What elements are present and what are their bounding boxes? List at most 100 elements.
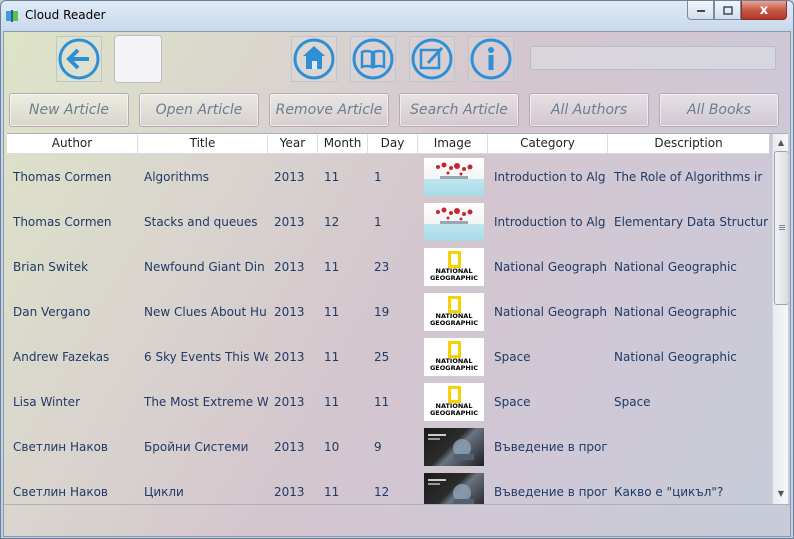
cell-month: 11 bbox=[324, 394, 340, 409]
column-header-title[interactable]: Title bbox=[138, 134, 268, 154]
row-thumbnail-cell bbox=[418, 202, 488, 241]
window-title: Cloud Reader bbox=[25, 8, 106, 22]
cell-month: 10 bbox=[324, 439, 340, 454]
new-article-button[interactable]: New Article bbox=[9, 93, 129, 127]
cell-day: 1 bbox=[374, 214, 382, 229]
table-row[interactable]: Светлин Наков Цикли 2013 11 12 Въведение в пр… bbox=[7, 469, 769, 504]
all-books-button[interactable]: All Books bbox=[659, 93, 779, 127]
close-icon: x bbox=[759, 2, 769, 18]
cell-author: Brian Switek bbox=[13, 259, 89, 274]
column-header-description[interactable]: Description bbox=[608, 134, 769, 154]
ng-logo-text: GEOGRAPHIC bbox=[429, 409, 479, 417]
cell-category: Introduction to Alg bbox=[494, 214, 606, 229]
cell-author: Светлин Наков bbox=[13, 439, 108, 454]
cell-category: Въведение в прогр bbox=[494, 484, 608, 499]
cell-author: Dan Vergano bbox=[13, 304, 91, 319]
search-input[interactable] bbox=[530, 46, 776, 70]
cell-description: Space bbox=[614, 394, 651, 409]
cell-day: 19 bbox=[374, 304, 390, 319]
table-row[interactable]: Dan Vergano New Clues About Hu 2013 11 19 NAT… bbox=[7, 289, 769, 334]
table-row[interactable]: Lisa Winter The Most Extreme W 2013 11 11 NAT… bbox=[7, 379, 769, 424]
table-row[interactable]: Thomas Cormen Stacks and queues 2013 12 1 Int… bbox=[7, 199, 769, 244]
cell-category: Въведение в прогр bbox=[494, 439, 608, 454]
close-button[interactable]: x bbox=[741, 1, 787, 20]
all-authors-button[interactable]: All Authors bbox=[529, 93, 649, 127]
national-geographic-logo: NATIONAL GEOGRAPHIC bbox=[424, 337, 484, 376]
row-thumbnail-cell bbox=[418, 472, 488, 504]
row-thumbnail-cell: NATIONAL GEOGRAPHIC bbox=[418, 247, 488, 286]
cell-month: 11 bbox=[324, 169, 340, 184]
minimize-button[interactable] bbox=[687, 1, 714, 20]
table-row[interactable]: Светлин Наков Бройни Системи 2013 10 9 Въведе… bbox=[7, 424, 769, 469]
back-button[interactable] bbox=[56, 36, 102, 82]
cell-description: National Geographic bbox=[614, 304, 737, 319]
app-book-icon bbox=[6, 10, 18, 22]
column-header-month[interactable]: Month bbox=[318, 134, 368, 154]
column-header-image[interactable]: Image bbox=[418, 134, 488, 154]
table-header: Author Title Year Month Day Image Catego… bbox=[7, 134, 769, 154]
column-header-year[interactable]: Year bbox=[268, 134, 318, 154]
cell-author: Thomas Cormen bbox=[13, 169, 112, 184]
cell-category: National Geograph bbox=[494, 259, 607, 274]
edit-button[interactable] bbox=[409, 36, 455, 82]
cell-day: 9 bbox=[374, 439, 382, 454]
ng-yellow-border-icon bbox=[447, 251, 461, 268]
table-row[interactable]: Thomas Cormen Algorithms 2013 11 1 Introducti… bbox=[7, 154, 769, 199]
open-article-button[interactable]: Open Article bbox=[139, 93, 259, 127]
cell-description: National Geographic bbox=[614, 259, 737, 274]
scrollbar-thumb[interactable] bbox=[774, 151, 788, 305]
cell-description: Какво е "цикъл"? bbox=[614, 484, 724, 499]
column-header-category[interactable]: Category bbox=[488, 134, 608, 154]
cell-category: Introduction to Alg bbox=[494, 169, 606, 184]
cell-title: Бройни Системи bbox=[144, 439, 249, 454]
status-divider bbox=[4, 504, 790, 505]
info-icon bbox=[470, 38, 512, 80]
vertical-scrollbar[interactable]: ▲ ▼ bbox=[772, 134, 788, 504]
column-header-author[interactable]: Author bbox=[7, 134, 138, 154]
algorithms-cover-image bbox=[424, 157, 484, 196]
table-row[interactable]: Brian Switek Newfound Giant Din 2013 11 23 NA… bbox=[7, 244, 769, 289]
row-thumbnail-cell bbox=[418, 427, 488, 466]
cell-day: 25 bbox=[374, 349, 390, 364]
articles-table: Author Title Year Month Day Image Catego… bbox=[7, 133, 788, 504]
maximize-icon bbox=[722, 5, 733, 15]
column-header-day[interactable]: Day bbox=[368, 134, 418, 154]
maximize-button[interactable] bbox=[714, 1, 741, 20]
row-thumbnail-cell: NATIONAL GEOGRAPHIC bbox=[418, 337, 488, 376]
info-button[interactable] bbox=[468, 36, 514, 82]
cell-month: 11 bbox=[324, 259, 340, 274]
home-button[interactable] bbox=[291, 36, 337, 82]
table-row[interactable]: Andrew Fazekas 6 Sky Events This We 2013 11… bbox=[7, 334, 769, 379]
scroll-down-icon[interactable]: ▼ bbox=[773, 485, 788, 501]
remove-article-button[interactable]: Remove Article bbox=[269, 93, 389, 127]
ng-yellow-border-icon bbox=[447, 296, 461, 313]
row-thumbnail-cell: NATIONAL GEOGRAPHIC bbox=[418, 292, 488, 331]
cell-year: 2013 bbox=[274, 484, 305, 499]
cell-title: Algorithms bbox=[144, 169, 210, 184]
scroll-up-icon[interactable]: ▲ bbox=[773, 134, 788, 150]
main-content: New Article Open Article Remove Article … bbox=[3, 31, 791, 537]
cell-year: 2013 bbox=[274, 259, 305, 274]
cell-year: 2013 bbox=[274, 214, 305, 229]
app-window: Cloud Reader x New Article Open Article … bbox=[0, 0, 794, 539]
cell-author: Thomas Cormen bbox=[13, 214, 112, 229]
search-article-button[interactable]: Search Article bbox=[399, 93, 519, 127]
cell-author: Lisa Winter bbox=[13, 394, 81, 409]
cell-title: Stacks and queues bbox=[144, 214, 258, 229]
home-icon bbox=[293, 38, 335, 80]
row-thumbnail-cell bbox=[418, 157, 488, 196]
cell-day: 1 bbox=[374, 169, 382, 184]
cell-month: 11 bbox=[324, 304, 340, 319]
cell-description: National Geographic bbox=[614, 349, 737, 364]
cell-title: Newfound Giant Din bbox=[144, 259, 265, 274]
cell-title: 6 Sky Events This We bbox=[144, 349, 268, 364]
ng-yellow-border-icon bbox=[447, 341, 461, 358]
national-geographic-logo: NATIONAL GEOGRAPHIC bbox=[424, 292, 484, 331]
cell-title: New Clues About Hu bbox=[144, 304, 267, 319]
algorithms-cover-image bbox=[424, 202, 484, 241]
book-icon bbox=[352, 38, 394, 80]
library-button[interactable] bbox=[350, 36, 396, 82]
cell-day: 12 bbox=[374, 484, 390, 499]
cell-author: Andrew Fazekas bbox=[13, 349, 110, 364]
table-body: Thomas Cormen Algorithms 2013 11 1 Introducti… bbox=[7, 154, 769, 504]
